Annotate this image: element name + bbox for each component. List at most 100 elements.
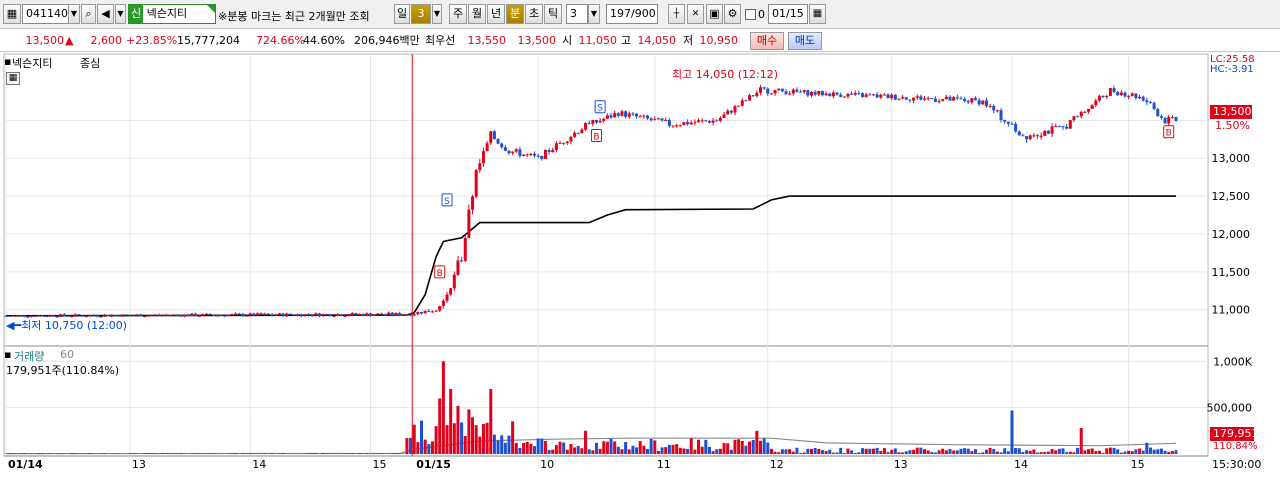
volume-bar [580, 448, 583, 454]
volume-bar [1007, 451, 1010, 454]
chart-area[interactable]: BSBSB 13,00012,50012,00011,50011,0001,00… [0, 52, 1280, 479]
candle [307, 314, 310, 315]
candle [1043, 131, 1046, 136]
candle [1131, 94, 1134, 96]
volume-bar [897, 452, 900, 454]
candle [1087, 109, 1090, 112]
volume-bar [504, 443, 507, 454]
candle [1025, 136, 1028, 139]
trade-amount: 206,946백만 [354, 33, 420, 49]
volume-bar [1138, 449, 1141, 454]
marker-label: S [444, 197, 450, 207]
candle [785, 91, 788, 94]
volume-bar [573, 447, 576, 454]
volume-bar [526, 442, 529, 454]
volume-bar [59, 453, 62, 454]
volume-bar [872, 449, 875, 454]
candle [343, 316, 346, 317]
volume-bar [1065, 452, 1068, 454]
candle [303, 314, 306, 316]
x-tick-label: 14 [252, 458, 266, 471]
period-tick[interactable]: 틱 [544, 4, 562, 24]
candle [136, 315, 139, 316]
day-count[interactable]: 3 [411, 4, 431, 24]
candle [887, 95, 890, 99]
volume-bar [690, 438, 693, 454]
candle [825, 94, 828, 96]
candle [682, 122, 685, 125]
period-day[interactable]: 일 [394, 4, 410, 24]
stock-code-input[interactable]: 041140 [22, 4, 70, 24]
candle [781, 89, 784, 92]
volume-bar [1098, 451, 1101, 454]
candle [577, 133, 580, 134]
candle [559, 143, 562, 144]
stock-name-field[interactable]: 신 넥슨지티 [128, 4, 216, 24]
volume-bar [664, 447, 667, 454]
period-year[interactable]: 년 [487, 4, 505, 24]
period-second[interactable]: 초 [525, 4, 543, 24]
speaker-dropdown-icon[interactable]: ▼ [115, 4, 126, 24]
price-volume-chart[interactable]: BSBSB 13,00012,50012,00011,50011,0001,00… [0, 52, 1280, 479]
candle [190, 314, 193, 316]
gear-icon[interactable]: ⚙ [724, 4, 741, 24]
volume-bar [712, 451, 715, 454]
buy-button[interactable]: 매수 [750, 32, 784, 50]
period-month[interactable]: 월 [468, 4, 486, 24]
candle [271, 314, 274, 315]
sell-marker-icon: S [442, 194, 452, 207]
interval-dropdown-icon[interactable]: ▼ [588, 4, 600, 24]
volume-bar [478, 437, 481, 454]
volume-bar [176, 453, 179, 454]
volume-bar [435, 426, 438, 454]
candle [278, 313, 281, 314]
candle [515, 149, 518, 151]
volume-bar [1116, 449, 1119, 454]
candle [836, 93, 839, 95]
day-count-dropdown-icon[interactable]: ▼ [432, 4, 442, 24]
x-tick-label: 11 [657, 458, 671, 471]
candle [799, 92, 802, 93]
volume-bar [92, 453, 95, 454]
candle [584, 123, 587, 129]
volume-bar [642, 446, 645, 454]
volume-bar [194, 453, 197, 454]
sell-button[interactable]: 매도 [788, 32, 822, 50]
candle [475, 170, 478, 196]
calendar-icon[interactable]: ▦ [809, 4, 826, 24]
period-week[interactable]: 주 [449, 4, 467, 24]
candle [1123, 93, 1126, 97]
candle [719, 118, 722, 121]
volume-bar [446, 425, 449, 454]
stock-code-dropdown-icon[interactable]: ▼ [68, 4, 80, 24]
date-input[interactable]: 01/15 [768, 4, 808, 24]
volume-bar [1076, 448, 1079, 454]
grid-menu-icon[interactable]: ▦ [3, 4, 21, 24]
bar-type-icon[interactable]: ┼ [668, 4, 685, 24]
speaker-icon[interactable]: ◀ [97, 4, 114, 24]
volume-bar [1025, 450, 1028, 454]
volume-bar [599, 449, 602, 454]
volume-bar [981, 452, 984, 454]
search-icon[interactable]: ⌕ [81, 4, 96, 24]
volume-bar [938, 450, 941, 454]
interval-input[interactable]: 3 [566, 4, 588, 24]
volume-bar [839, 448, 842, 454]
candle [292, 315, 295, 316]
date-checkbox[interactable] [745, 9, 756, 20]
candle [467, 210, 470, 238]
save-icon[interactable]: ▣ [706, 4, 723, 24]
marker-label: B [437, 269, 443, 279]
volume-bar [741, 441, 744, 454]
crosshair-icon[interactable]: ✕ [687, 4, 704, 24]
volume-bar [74, 453, 77, 454]
volume-bar [497, 441, 500, 454]
candle [908, 100, 911, 101]
candle [158, 315, 161, 316]
volume-bar [610, 439, 613, 454]
x-tick-label: 13 [132, 458, 146, 471]
candle [398, 313, 401, 316]
volume-bar [438, 398, 441, 454]
chart-settings-icon[interactable]: ▦ [6, 72, 20, 85]
period-minute[interactable]: 분 [506, 4, 524, 24]
